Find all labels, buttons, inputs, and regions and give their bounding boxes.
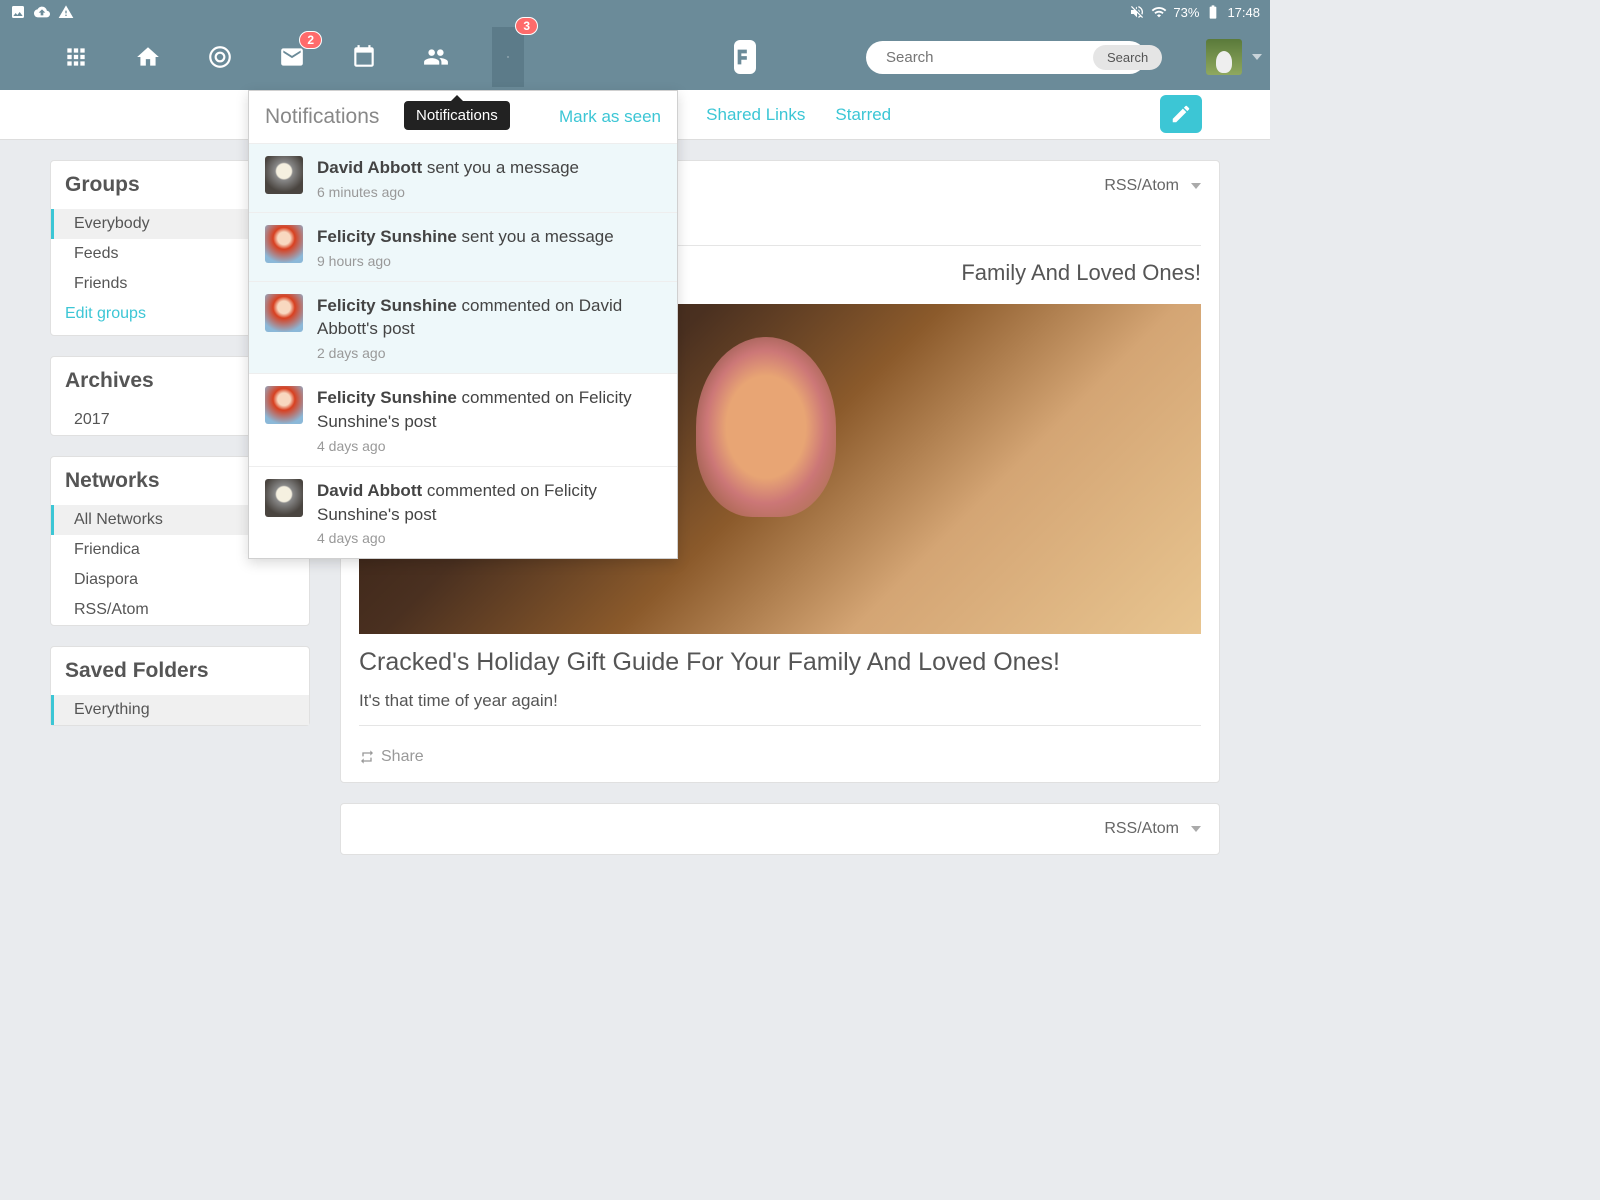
compose-button[interactable] <box>1160 95 1202 133</box>
network-diaspora[interactable]: Diaspora <box>51 565 309 595</box>
grid-icon <box>63 44 89 70</box>
cloud-upload-icon <box>34 4 50 20</box>
wifi-icon <box>1151 4 1167 20</box>
battery-icon <box>1205 4 1221 20</box>
clock-text: 17:48 <box>1227 5 1260 20</box>
share-button[interactable]: Share <box>359 736 1201 766</box>
divider <box>359 725 1201 726</box>
calendar-button[interactable] <box>348 41 380 73</box>
target-button[interactable] <box>204 41 236 73</box>
notification-avatar <box>265 479 303 517</box>
notification-text: Felicity Sunshine commented on Felicity … <box>317 386 661 434</box>
notification-text: David Abbott commented on Felicity Sunsh… <box>317 479 661 527</box>
messages-button[interactable]: 2 <box>276 41 308 73</box>
notification-text: Felicity Sunshine commented on David Abb… <box>317 294 661 342</box>
home-button[interactable] <box>132 41 164 73</box>
notifications-badge: 3 <box>515 17 538 35</box>
chevron-down-icon <box>1252 54 1262 60</box>
post-source: RSS/Atom <box>1104 177 1179 195</box>
friends-icon <box>423 44 449 70</box>
search-box[interactable]: Search <box>866 41 1146 74</box>
search-button[interactable]: Search <box>1093 45 1162 70</box>
mark-as-seen-link[interactable]: Mark as seen <box>559 107 661 127</box>
mute-icon <box>1129 4 1145 20</box>
messages-badge: 2 <box>299 31 322 49</box>
user-avatar <box>1206 39 1242 75</box>
apps-button[interactable] <box>60 41 92 73</box>
notification-text: David Abbott sent you a message <box>317 156 661 180</box>
tab-starred[interactable]: Starred <box>835 105 891 125</box>
notification-time: 4 days ago <box>317 530 661 546</box>
tab-shared-links[interactable]: Shared Links <box>706 105 805 125</box>
friends-button[interactable] <box>420 41 452 73</box>
logo-icon <box>734 46 756 68</box>
retweet-icon <box>359 749 375 765</box>
saved-title: Saved Folders <box>51 647 309 695</box>
feed-card: RSS/Atom <box>340 803 1220 855</box>
notification-item[interactable]: David Abbott sent you a message 6 minute… <box>249 143 677 212</box>
pencil-icon <box>1170 103 1192 125</box>
notification-item[interactable]: Felicity Sunshine commented on Felicity … <box>249 373 677 466</box>
post-source: RSS/Atom <box>1104 820 1179 838</box>
saved-everything[interactable]: Everything <box>51 695 309 725</box>
warning-icon <box>58 4 74 20</box>
notification-item[interactable]: David Abbott commented on Felicity Sunsh… <box>249 466 677 559</box>
notification-time: 4 days ago <box>317 438 661 454</box>
notification-time: 6 minutes ago <box>317 184 661 200</box>
envelope-icon <box>279 44 305 70</box>
notifications-tooltip: Notifications <box>404 101 510 130</box>
notification-time: 9 hours ago <box>317 253 661 269</box>
search-input[interactable] <box>878 45 1093 70</box>
top-nav: 2 3 Search <box>0 24 1270 90</box>
notifications-list: David Abbott sent you a message 6 minute… <box>249 143 677 558</box>
home-icon <box>135 44 161 70</box>
notification-avatar <box>265 386 303 424</box>
notification-item[interactable]: Felicity Sunshine sent you a message 9 h… <box>249 212 677 281</box>
post-title[interactable]: Cracked's Holiday Gift Guide For Your Fa… <box>359 648 1201 677</box>
notification-avatar <box>265 156 303 194</box>
image-icon <box>10 4 26 20</box>
chevron-down-icon[interactable] <box>1191 183 1201 189</box>
notifications-button[interactable]: 3 <box>492 27 524 87</box>
user-menu[interactable] <box>1206 39 1262 75</box>
notifications-title: Notifications <box>265 105 379 129</box>
notifications-dropdown: Notifications Notifications Mark as seen… <box>248 90 678 559</box>
target-icon <box>207 44 233 70</box>
notification-time: 2 days ago <box>317 345 661 361</box>
android-status-bar: 73% 17:48 <box>0 0 1270 24</box>
calendar-icon <box>351 44 377 70</box>
post-body: It's that time of year again! <box>359 691 1201 711</box>
app-logo[interactable] <box>734 40 756 74</box>
battery-text: 73% <box>1173 5 1199 20</box>
saved-folders-panel: Saved Folders Everything <box>50 646 310 726</box>
notification-avatar <box>265 294 303 332</box>
alert-icon <box>507 44 509 70</box>
notification-text: Felicity Sunshine sent you a message <box>317 225 661 249</box>
chevron-down-icon[interactable] <box>1191 826 1201 832</box>
notification-item[interactable]: Felicity Sunshine commented on David Abb… <box>249 281 677 374</box>
network-rss[interactable]: RSS/Atom <box>51 595 309 625</box>
notification-avatar <box>265 225 303 263</box>
